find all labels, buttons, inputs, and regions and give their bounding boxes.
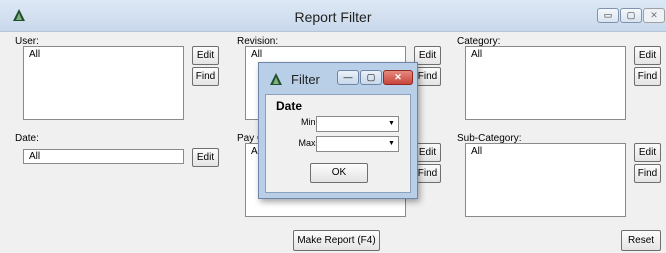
subcategory-find-button[interactable]: Find [634, 164, 661, 183]
min-date-select[interactable]: ▼ [316, 116, 399, 132]
filter-dialog: Filter — ▢ ✕ Date Min: ▼ Max: ▼ OK [258, 62, 418, 199]
ok-button[interactable]: OK [310, 163, 368, 183]
dialog-close-button[interactable]: ✕ [383, 70, 413, 85]
dialog-logo-icon [270, 73, 282, 85]
dialog-body: Date Min: ▼ Max: ▼ OK [265, 94, 411, 193]
max-date-select[interactable]: ▼ [316, 136, 399, 152]
make-report-button[interactable]: Make Report (F4) [293, 230, 380, 251]
min-dropdown-arrow-icon[interactable]: ▼ [386, 118, 397, 130]
reset-button[interactable]: Reset [621, 230, 661, 251]
user-find-button[interactable]: Find [192, 67, 219, 86]
max-dropdown-arrow-icon[interactable]: ▼ [386, 138, 397, 150]
maximize-button[interactable]: ▢ [620, 8, 642, 23]
dialog-minimize-button[interactable]: — [337, 70, 359, 85]
revision-find-button[interactable]: Find [414, 67, 441, 86]
dialog-title: Filter [291, 72, 320, 87]
category-list[interactable]: All [465, 46, 626, 120]
date-field[interactable]: All [23, 149, 184, 164]
date-edit-button[interactable]: Edit [192, 148, 219, 167]
dialog-heading: Date [276, 99, 303, 113]
category-edit-button[interactable]: Edit [634, 46, 661, 65]
pay-find-button[interactable]: Find [414, 164, 441, 183]
minimize-button[interactable]: ▭ [597, 8, 619, 23]
min-label: Min: [300, 117, 318, 127]
user-list[interactable]: All [23, 46, 184, 120]
title-bar: Report Filter ▭ ▢ ✕ [0, 0, 666, 32]
subcategory-list[interactable]: All [465, 143, 626, 217]
date-label: Date: [15, 133, 39, 144]
category-find-button[interactable]: Find [634, 67, 661, 86]
user-edit-button[interactable]: Edit [192, 46, 219, 65]
dialog-maximize-button[interactable]: ▢ [360, 70, 382, 85]
revision-edit-button[interactable]: Edit [414, 46, 441, 65]
max-label: Max: [298, 138, 318, 148]
close-button[interactable]: ✕ [643, 8, 665, 23]
subcategory-edit-button[interactable]: Edit [634, 143, 661, 162]
window-title: Report Filter [294, 9, 372, 25]
pay-edit-button[interactable]: Edit [414, 143, 441, 162]
